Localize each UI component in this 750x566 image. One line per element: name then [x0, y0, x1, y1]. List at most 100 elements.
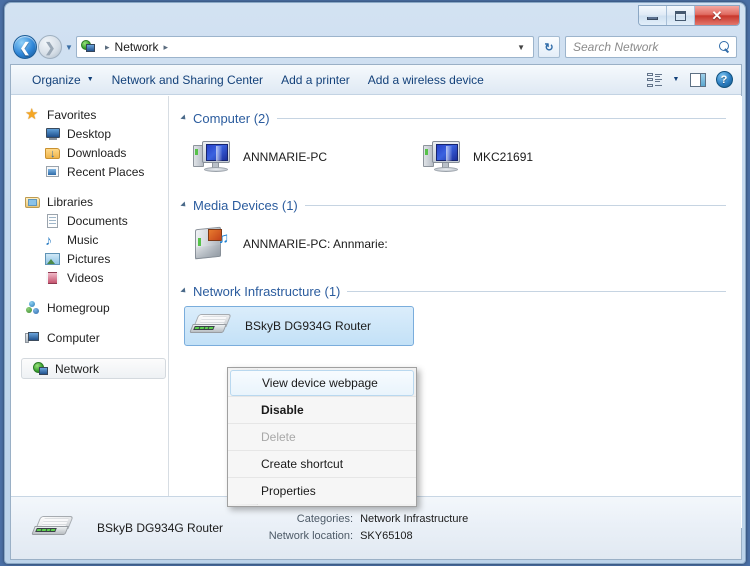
- organize-button[interactable]: Organize ▼: [23, 69, 103, 91]
- details-row-categories: Categories: Network Infrastructure: [257, 511, 468, 528]
- pictures-icon: [45, 251, 61, 267]
- sidebar-label: Network: [55, 361, 100, 376]
- videos-icon: [45, 270, 61, 286]
- collapse-chevron-icon[interactable]: [180, 201, 188, 209]
- star-icon: ★: [25, 105, 39, 123]
- list-item-label: BSkyB DG934G Router: [245, 319, 372, 333]
- music-icon: ♪: [45, 231, 52, 248]
- window-controls: ✕: [638, 5, 740, 26]
- context-menu-item-disable[interactable]: Disable: [228, 396, 416, 423]
- sidebar-item-music[interactable]: ♪ Music: [11, 230, 168, 249]
- sidebar-label: Computer: [47, 330, 100, 345]
- add-wireless-device-button[interactable]: Add a wireless device: [359, 69, 493, 91]
- context-menu-item-view-device-webpage[interactable]: View device webpage: [230, 370, 414, 396]
- sidebar-item-desktop[interactable]: Desktop: [11, 124, 168, 143]
- close-icon: ✕: [711, 8, 723, 23]
- command-toolbar: Organize ▼ Network and Sharing Center Ad…: [11, 65, 741, 95]
- maximize-button[interactable]: [667, 6, 695, 25]
- sidebar-item-documents[interactable]: Documents: [11, 211, 168, 230]
- homegroup-icon: [25, 300, 41, 316]
- details-key: Categories:: [296, 513, 354, 525]
- search-input[interactable]: Search Network: [573, 40, 719, 54]
- preview-pane-button[interactable]: [685, 69, 711, 91]
- context-menu-item-properties[interactable]: Properties: [228, 477, 416, 504]
- refresh-icon: ↻: [544, 41, 554, 54]
- group-divider: [347, 290, 726, 292]
- chevron-down-icon: ▼: [672, 76, 680, 83]
- sidebar-label: Libraries: [47, 194, 94, 209]
- search-box[interactable]: Search Network: [565, 36, 737, 58]
- close-button[interactable]: ✕: [695, 6, 739, 25]
- sidebar-label: Downloads: [67, 145, 127, 160]
- network-sharing-center-button[interactable]: Network and Sharing Center: [103, 69, 272, 91]
- view-dropdown-button[interactable]: ▼: [667, 69, 685, 91]
- group-header-computer[interactable]: Computer (2): [180, 107, 726, 129]
- breadcrumb-separator-trailing[interactable]: ▸: [164, 42, 169, 53]
- sidebar-label: Favorites: [47, 107, 97, 122]
- sidebar-item-homegroup[interactable]: Homegroup: [11, 298, 168, 317]
- list-item[interactable]: ♫ ANNMARIE-PC: Annmarie:: [184, 219, 395, 269]
- group-header-media-devices[interactable]: Media Devices (1): [180, 194, 726, 216]
- change-view-button[interactable]: [641, 69, 667, 91]
- group-divider: [304, 204, 726, 206]
- preview-pane-icon: [690, 72, 706, 87]
- downloads-icon: ↓: [45, 145, 61, 161]
- documents-icon: [45, 213, 61, 229]
- network-icon: [33, 361, 49, 377]
- history-dropdown-button[interactable]: ▼: [62, 36, 76, 58]
- sidebar-item-libraries[interactable]: Libraries: [11, 192, 168, 211]
- sidebar-item-pictures[interactable]: Pictures: [11, 249, 168, 268]
- context-menu[interactable]: View device webpage Disable Delete Creat…: [227, 367, 417, 507]
- computer-device-icon: [421, 138, 465, 176]
- libraries-icon: [25, 194, 41, 210]
- group-title: Network Infrastructure (1): [193, 283, 341, 299]
- add-printer-button[interactable]: Add a printer: [272, 69, 359, 91]
- sidebar-item-favorites[interactable]: ★ Favorites: [11, 105, 168, 124]
- breadcrumb-bar[interactable]: ▸ Network ▸ ▼: [76, 36, 534, 58]
- sidebar-item-computer[interactable]: Computer: [11, 328, 168, 347]
- sidebar-label: Music: [67, 232, 99, 247]
- group-header-network-infrastructure[interactable]: Network Infrastructure (1): [180, 280, 726, 302]
- organize-label: Organize: [32, 72, 81, 87]
- collapse-chevron-icon[interactable]: [180, 114, 188, 122]
- maximize-icon: [675, 10, 686, 21]
- router-icon: [31, 512, 79, 544]
- details-title: BSkyB DG934G Router: [97, 521, 224, 535]
- breadcrumb-item-network[interactable]: Network: [115, 40, 159, 54]
- group-divider: [276, 117, 726, 119]
- list-item[interactable]: ANNMARIE-PC: [184, 133, 414, 181]
- sidebar-label: Pictures: [67, 251, 111, 266]
- network-icon: [81, 39, 97, 55]
- refresh-button[interactable]: ↻: [538, 36, 560, 58]
- collapse-chevron-icon[interactable]: [180, 287, 188, 295]
- back-arrow-icon: ❮: [19, 39, 31, 55]
- sidebar-item-network[interactable]: Network: [21, 358, 166, 379]
- router-icon: [189, 310, 237, 342]
- forward-button[interactable]: ❯: [38, 35, 62, 59]
- recent-places-icon: [45, 164, 61, 180]
- details-row-network-location: Network location: SKY65108: [257, 528, 468, 545]
- client-area: Organize ▼ Network and Sharing Center Ad…: [10, 64, 742, 560]
- sidebar-item-videos[interactable]: Videos: [11, 268, 168, 287]
- list-item-label: MKC21691: [473, 150, 534, 164]
- sidebar-item-recent-places[interactable]: Recent Places: [11, 162, 168, 181]
- group-items-network-infrastructure: BSkyB DG934G Router: [170, 306, 742, 346]
- list-item[interactable]: MKC21691: [414, 133, 540, 181]
- details-value: SKY65108: [360, 530, 413, 542]
- context-menu-item-create-shortcut[interactable]: Create shortcut: [228, 450, 416, 477]
- list-item-router[interactable]: BSkyB DG934G Router: [184, 306, 414, 346]
- computer-device-icon: [191, 138, 235, 176]
- sidebar-item-downloads[interactable]: ↓ Downloads: [11, 143, 168, 162]
- sidebar-label: Documents: [67, 213, 128, 228]
- help-button[interactable]: ?: [711, 69, 737, 91]
- chevron-down-icon: ▼: [86, 76, 94, 83]
- details-fields: Categories: Network Infrastructure Netwo…: [257, 511, 469, 545]
- navigation-pane[interactable]: ★ Favorites Desktop ↓ Downloads Recent P…: [11, 96, 169, 528]
- back-button[interactable]: ❮: [13, 35, 37, 59]
- minimize-button[interactable]: [639, 6, 667, 25]
- address-dropdown-icon[interactable]: ▼: [511, 43, 531, 52]
